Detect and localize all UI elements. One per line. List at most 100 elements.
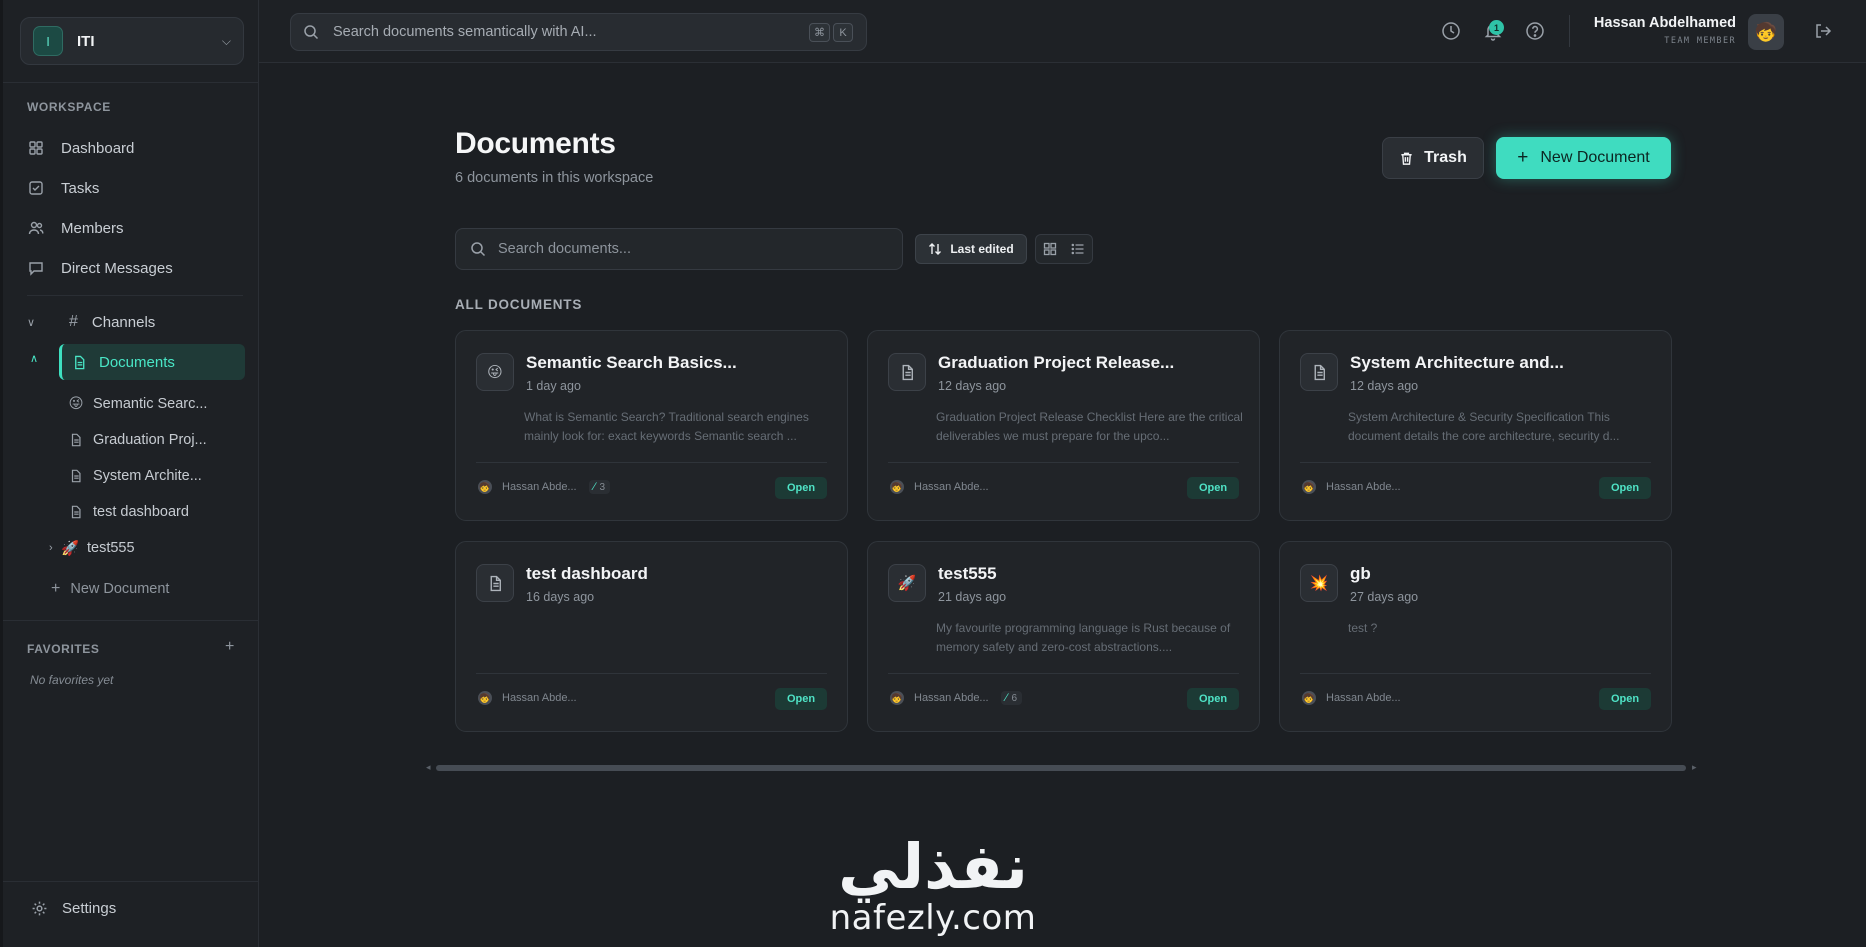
settings-button[interactable]: Settings (31, 900, 116, 917)
card-title: gb (1350, 564, 1371, 583)
sidebar-doc-test-dashboard[interactable]: test dashboard (67, 497, 247, 527)
sidebar-item-documents[interactable]: Documents (59, 344, 245, 380)
card-preview: What is Semantic Search? Traditional sea… (524, 410, 809, 443)
document-card[interactable]: test dashboard 16 days ago 🧒 Hassan Abde… (455, 541, 848, 732)
author-name: Hassan Abde... (502, 481, 577, 493)
chevron-up-icon[interactable]: ∧ (30, 352, 38, 365)
open-button[interactable]: Open (775, 688, 827, 710)
topbar: ⌘ K 1 Hassan Abdelhamed TEAM MEMBER 🧒 (259, 0, 1866, 63)
nav-dashboard-label: Dashboard (61, 139, 135, 157)
scroll-left-icon[interactable]: ◂ (426, 762, 431, 773)
card-author: 🧒 Hassan Abde... (890, 480, 989, 494)
scrollbar-thumb[interactable] (436, 765, 1686, 771)
help-icon[interactable] (1525, 21, 1545, 41)
document-card[interactable]: Graduation Project Release... 12 days ag… (867, 330, 1260, 521)
emoji-icon: 🚀 (888, 564, 926, 602)
card-preview: test ? (1348, 621, 1378, 635)
global-search-input[interactable] (333, 24, 793, 40)
document-search[interactable] (455, 228, 903, 270)
nav-dashboard[interactable]: Dashboard (27, 131, 243, 165)
doc-item-label: System Archite... (93, 468, 202, 484)
grid-view-icon[interactable] (1036, 235, 1064, 263)
author-name: Hassan Abde... (914, 692, 989, 704)
emoji-icon: 😜 (68, 396, 84, 412)
card-author: 🧒 Hassan Abde... ∕ 6 (890, 691, 1023, 705)
list-view-icon[interactable] (1064, 235, 1092, 263)
file-icon (67, 505, 85, 519)
card-time: 21 days ago (938, 590, 1007, 604)
sidebar-doc-graduation[interactable]: Graduation Proj... (67, 425, 247, 455)
attachments-badge: ∕ 6 (1000, 691, 1023, 705)
kbd-cmd: ⌘ (809, 23, 830, 42)
avatar: 🧒 (1302, 691, 1316, 705)
divider (888, 462, 1239, 463)
divider (1300, 673, 1651, 674)
channels-row[interactable]: ∨ # Channels (27, 305, 245, 339)
divider (888, 673, 1239, 674)
nav-tasks[interactable]: Tasks (27, 171, 243, 205)
sidebar-doc-semantic-search[interactable]: 😜 Semantic Searc... (67, 389, 247, 419)
channels-label: Channels (91, 313, 156, 331)
open-button[interactable]: Open (775, 477, 827, 499)
card-author: 🧒 Hassan Abde... (478, 691, 577, 705)
emoji-icon: 😜 (476, 353, 514, 391)
card-preview (524, 619, 834, 657)
sidebar-doc-test555[interactable]: › 🚀 test555 (49, 533, 229, 563)
author-name: Hassan Abde... (1326, 692, 1401, 704)
card-preview: My favourite programming language is Rus… (936, 621, 1231, 654)
card-title: Graduation Project Release... (938, 353, 1175, 372)
horizontal-scrollbar[interactable]: ◂ ▸ (426, 762, 1700, 773)
sidebar-new-document[interactable]: + New Document (51, 580, 169, 598)
global-search[interactable]: ⌘ K (290, 13, 867, 51)
nav-direct-messages[interactable]: Direct Messages (27, 251, 243, 285)
new-document-button[interactable]: + New Document (1496, 137, 1671, 179)
user-name: Hassan Abdelhamed (1593, 15, 1736, 31)
card-author: 🧒 Hassan Abde... (1302, 480, 1401, 494)
nav-members[interactable]: Members (27, 211, 243, 245)
gear-icon (31, 900, 62, 917)
history-icon[interactable] (1441, 21, 1461, 41)
hash-icon: # (69, 313, 78, 330)
attachments-badge: ∕ 3 (588, 480, 611, 494)
avatar[interactable]: 🧒 (1748, 14, 1784, 50)
plus-icon: + (1517, 147, 1529, 168)
open-button[interactable]: Open (1599, 688, 1651, 710)
open-button[interactable]: Open (1187, 477, 1239, 499)
add-favorite-icon[interactable]: + (225, 638, 234, 656)
document-search-input[interactable] (498, 241, 878, 257)
workspace-name: ITI (77, 32, 95, 50)
divider (476, 462, 827, 463)
document-card[interactable]: 🚀 test555 21 days ago My favourite progr… (867, 541, 1260, 732)
file-icon (72, 355, 87, 370)
workspace-section-label: WORKSPACE (27, 100, 111, 114)
document-card[interactable]: System Architecture and... 12 days ago S… (1279, 330, 1672, 521)
card-title: test555 (938, 564, 997, 583)
sort-button[interactable]: Last edited (915, 234, 1027, 264)
card-time: 12 days ago (1350, 379, 1419, 393)
chevron-down-icon: ⌵ (221, 34, 231, 48)
logout-icon[interactable] (1814, 22, 1832, 45)
document-card[interactable]: 😜 Semantic Search Basics... 1 day ago Wh… (455, 330, 848, 521)
users-icon (27, 219, 45, 237)
paperclip-icon: ∕ (593, 481, 596, 493)
trash-button[interactable]: Trash (1382, 137, 1484, 179)
card-title: test dashboard (526, 564, 648, 583)
new-document-label: New Document (1540, 149, 1650, 166)
search-icon (303, 24, 319, 40)
chevron-right-icon[interactable]: › (49, 542, 61, 554)
document-card[interactable]: 💥 gb 27 days ago test ? 🧒 Hassan Abde...… (1279, 541, 1672, 732)
open-button[interactable]: Open (1187, 688, 1239, 710)
divider (3, 82, 259, 83)
watermark-latin: nafezly.com (829, 898, 1037, 938)
card-time: 16 days ago (526, 590, 595, 604)
card-author: 🧒 Hassan Abde... (1302, 691, 1401, 705)
workspace-avatar: I (33, 26, 63, 56)
plus-icon: + (51, 580, 61, 597)
card-time: 27 days ago (1350, 590, 1419, 604)
open-button[interactable]: Open (1599, 477, 1651, 499)
scroll-right-icon[interactable]: ▸ (1692, 762, 1697, 773)
sidebar-doc-system-architecture[interactable]: System Archite... (67, 461, 247, 491)
author-name: Hassan Abde... (502, 692, 577, 704)
workspace-switcher[interactable]: I ITI ⌵ (20, 17, 244, 65)
file-icon (888, 353, 926, 391)
